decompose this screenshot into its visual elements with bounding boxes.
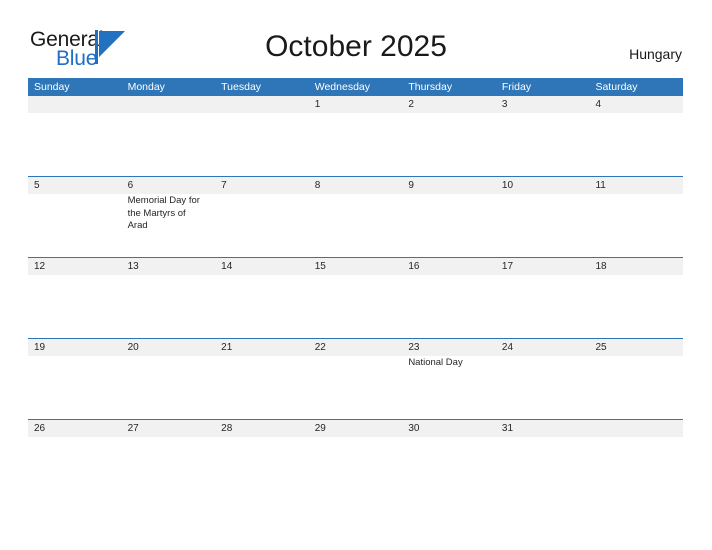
day-number: 14 [221,261,233,272]
calendar-page: General Blue October 2025 Hungary Sunday… [0,0,712,550]
day-cell[interactable] [28,96,122,176]
day-cell[interactable] [589,420,683,448]
day-number: 19 [34,342,46,353]
calendar-grid: Sunday Monday Tuesday Wednesday Thursday… [28,78,683,448]
day-number: 7 [221,180,227,191]
day-cell[interactable]: 2 [402,96,496,176]
day-cell[interactable]: 17 [496,258,590,338]
day-cell[interactable]: 23 National Day [402,339,496,419]
day-number: 6 [127,180,134,191]
page-title: October 2025 [265,30,447,63]
day-cell[interactable]: 12 [28,258,122,338]
weekday-header-friday: Friday [501,81,532,93]
day-number: 10 [501,180,514,191]
day-cell[interactable]: 9 [402,177,496,257]
day-cell[interactable]: 10 [496,177,590,257]
day-number: 9 [408,180,414,191]
day-number: 17 [501,261,514,272]
day-cell[interactable]: 31 [496,420,590,448]
day-number: 18 [595,261,607,272]
day-cell[interactable] [215,96,309,176]
day-number: 5 [34,180,40,191]
day-cell[interactable]: 16 [402,258,496,338]
day-number: 12 [34,261,46,272]
day-cell[interactable]: 5 [28,177,122,257]
weekday-header-wednesday: Wednesday [314,81,370,93]
day-number: 30 [408,423,420,434]
day-cell[interactable] [122,96,216,176]
day-cell[interactable]: 20 [122,339,216,419]
weekday-header-thursday: Thursday [408,81,453,93]
day-number: 20 [127,342,139,353]
day-cell[interactable]: 25 [589,339,683,419]
day-cell[interactable]: 19 [28,339,122,419]
day-number: 24 [501,342,514,353]
calendar-week-row: 5 6 Memorial Day for the Martyrs of Arad … [28,176,683,257]
day-cell[interactable]: 1 [309,96,403,176]
day-cell[interactable]: 22 [309,339,403,419]
day-cell[interactable]: 4 [589,96,683,176]
day-number: 13 [127,261,139,272]
weekday-header-sunday: Sunday [34,81,70,93]
day-event: Memorial Day for the Martyrs of Arad [127,195,200,231]
day-cell[interactable]: 15 [309,258,403,338]
day-number: 3 [501,99,508,110]
day-number: 2 [408,99,414,110]
day-cell[interactable]: 11 [589,177,683,257]
weekday-header-saturday: Saturday [595,81,638,93]
day-number: 29 [314,423,326,434]
day-number: 15 [314,261,326,272]
day-number: 28 [221,423,233,434]
day-number: 16 [408,261,420,272]
calendar-week-row: 12 13 14 15 16 17 18 [28,257,683,338]
day-number: 22 [314,342,326,353]
weekday-header-monday: Monday [127,81,165,93]
day-cell[interactable]: 8 [309,177,403,257]
day-cell[interactable]: 7 [215,177,309,257]
weekday-header-tuesday: Tuesday [221,81,262,93]
page-header: General Blue October 2025 Hungary [0,0,712,78]
day-cell[interactable]: 27 [122,420,216,448]
day-number: 26 [34,423,46,434]
day-number: 4 [595,99,602,110]
day-number: 8 [314,180,321,191]
day-cell[interactable]: 26 [28,420,122,448]
day-number: 21 [221,342,233,353]
day-cell[interactable]: 30 [402,420,496,448]
calendar-week-row: 26 27 28 29 30 31 [28,419,683,448]
day-event: National Day [408,357,463,368]
day-cell[interactable]: 29 [309,420,403,448]
weekday-header-row: Sunday Monday Tuesday Wednesday Thursday… [28,78,683,96]
day-number: 27 [127,423,139,434]
region-label: Hungary [629,46,682,62]
day-cell[interactable]: 3 [496,96,590,176]
day-cell[interactable]: 6 Memorial Day for the Martyrs of Arad [122,177,216,257]
day-number: 1 [314,99,321,110]
day-number: 31 [501,423,514,434]
day-number: 11 [595,180,606,191]
day-number: 23 [408,342,420,353]
day-cell[interactable]: 13 [122,258,216,338]
day-cell[interactable]: 18 [589,258,683,338]
day-cell[interactable]: 14 [215,258,309,338]
day-cell[interactable]: 21 [215,339,309,419]
day-cell[interactable]: 24 [496,339,590,419]
calendar-week-row: 19 20 21 22 23 National Day 24 25 [28,338,683,419]
day-number: 25 [595,342,607,353]
day-cell[interactable]: 28 [215,420,309,448]
calendar-week-row: 1 2 3 4 [28,96,683,176]
